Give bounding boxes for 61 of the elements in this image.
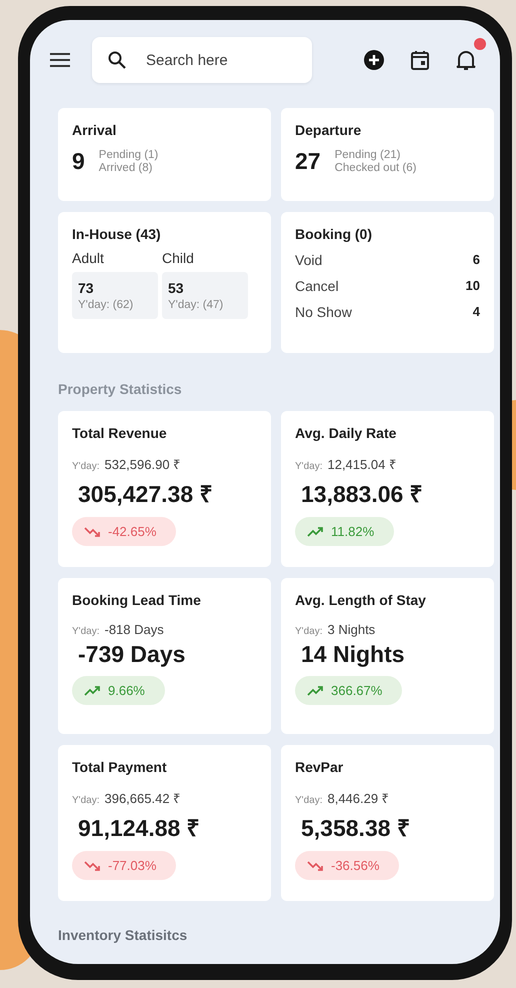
card-title: Departure [295, 122, 362, 138]
yesterday-value: 396,665.42 ₹ [104, 790, 180, 807]
yesterday-value: -818 Days [104, 622, 164, 637]
booking-label: No Show [295, 304, 352, 320]
yesterday-value: 3 Nights [327, 622, 376, 637]
booking-label: Cancel [295, 278, 339, 294]
guest-count-tile: 53 Y'day: (47) [162, 272, 248, 319]
booking-count: 10 [466, 278, 480, 294]
card-title: Booking (0) [295, 226, 373, 242]
change-pill: 9.66% [72, 676, 165, 705]
search-bar[interactable]: Search here [92, 37, 312, 83]
yesterday-label: Y'day: [295, 626, 322, 637]
guest-type-label: Child [162, 250, 195, 266]
stat-value: 14 Nights [301, 641, 406, 668]
yesterday-value: 12,415.04 ₹ [327, 456, 396, 473]
trend-down-icon [307, 860, 323, 870]
trend-down-icon [84, 860, 100, 870]
change-pill: -36.56% [295, 851, 400, 880]
change-pill: -77.03% [72, 851, 176, 880]
status-text: Pending (21) [334, 149, 402, 161]
card-title: In-House (43) [72, 226, 162, 242]
stat-value: 305,427.38 ₹ [78, 480, 214, 509]
trend-up-icon [84, 686, 100, 696]
stat-value: -739 Days [78, 641, 186, 668]
stat-value: 91,124.88 ₹ [78, 814, 201, 843]
yesterday-value: 532,596.90 ₹ [104, 456, 180, 473]
guest-type-label: Adult [72, 250, 105, 266]
card-title: Arrival [72, 122, 118, 138]
section-heading: Property Statistics [58, 381, 183, 397]
stat-value: 13,883.06 ₹ [301, 480, 424, 509]
search-input[interactable]: Search here [144, 50, 268, 70]
count-value: 27 [295, 148, 321, 175]
card-title: Total Revenue [72, 425, 168, 441]
card-title: Avg. Daily Rate [295, 425, 398, 441]
status-text: Pending (1) [98, 149, 158, 161]
change-pill: 366.67% [295, 676, 402, 705]
booking-count: 4 [472, 304, 480, 320]
change-pill: 11.82% [295, 517, 394, 546]
yesterday-label: Y'day: [72, 461, 100, 472]
trend-up-icon [307, 526, 323, 536]
yesterday-label: Y'day: [72, 626, 100, 637]
booking-count: 6 [472, 252, 480, 268]
card-title: Total Payment [72, 759, 168, 775]
trend-down-icon [84, 526, 100, 536]
count-value: 9 [72, 148, 85, 175]
stat-value: 5,358.38 ₹ [301, 814, 411, 843]
booking-label: Void [295, 252, 322, 268]
search-icon [108, 51, 126, 69]
guest-count-tile: 73 Y'day: (62) [72, 272, 158, 319]
status-text: Arrived (8) [98, 162, 154, 174]
card-title: Booking Lead Time [72, 592, 202, 608]
change-pill: -42.65% [72, 517, 176, 546]
trend-up-icon [307, 686, 323, 696]
section-heading: Inventory Statisitcs [58, 927, 188, 943]
yesterday-label: Y'day: [295, 795, 322, 806]
yesterday-label: Y'day: [72, 795, 100, 806]
card-title: RevPar [295, 759, 344, 775]
yesterday-label: Y'day: [295, 461, 322, 472]
status-text: Checked out (6) [334, 162, 416, 174]
card-title: Avg. Length of Stay [295, 592, 427, 608]
yesterday-value: 8,446.29 ₹ [327, 790, 389, 807]
